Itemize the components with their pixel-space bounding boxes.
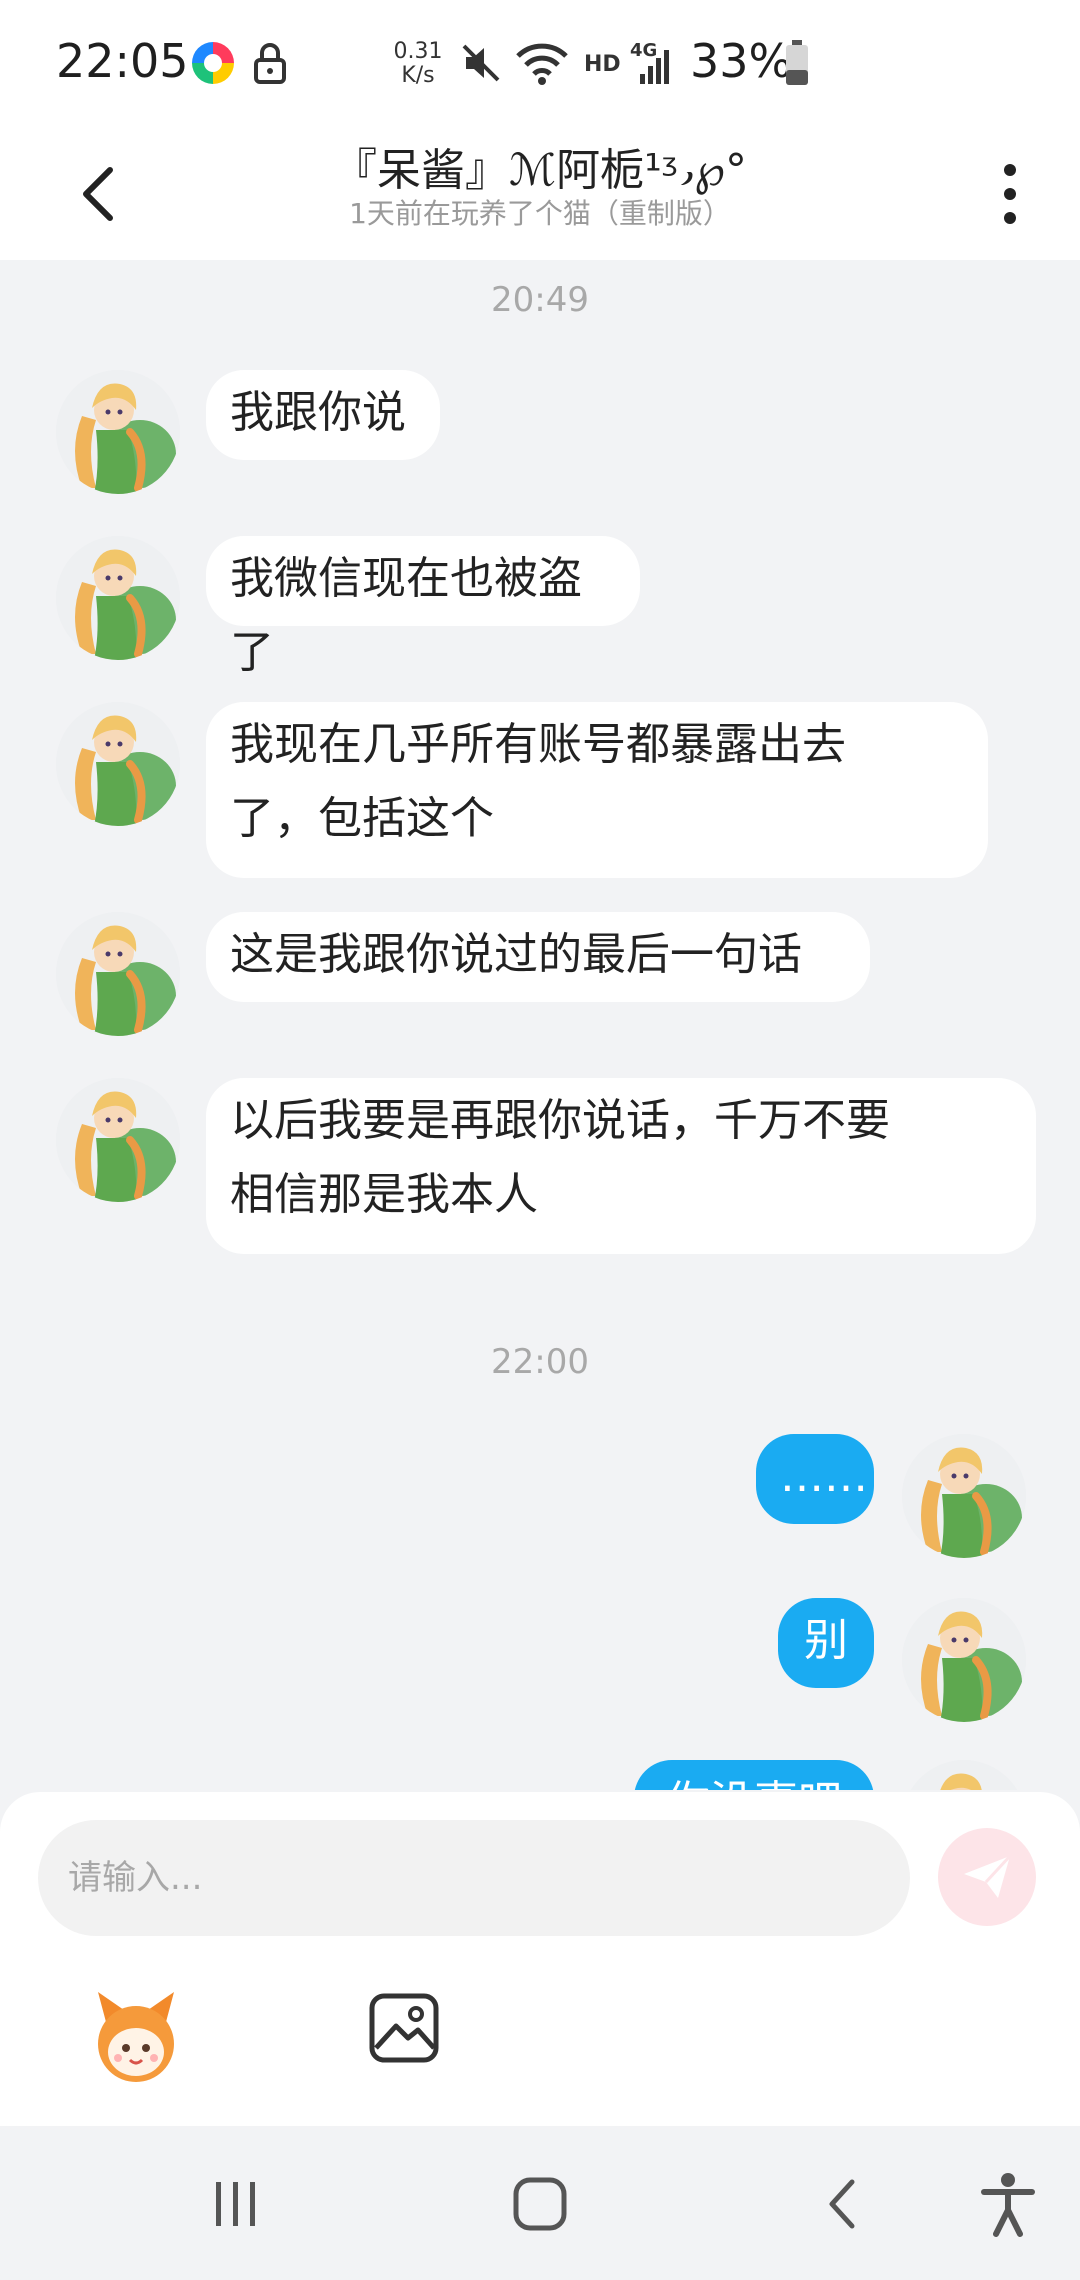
avatar-image bbox=[902, 1598, 1026, 1722]
back-button[interactable] bbox=[70, 154, 130, 234]
my-avatar[interactable] bbox=[902, 1434, 1026, 1558]
battery-percent: 33% bbox=[690, 34, 793, 88]
message-input[interactable] bbox=[38, 1820, 910, 1936]
timestamp-divider: 20:49 bbox=[491, 280, 589, 320]
contact-avatar[interactable] bbox=[56, 536, 180, 660]
message-text-line: 我微信现在也被盗了 bbox=[230, 553, 582, 678]
contact-avatar[interactable] bbox=[56, 912, 180, 1036]
message-list[interactable]: 20:49 我跟你说 我微信现在也被盗了 我现在几乎所有账号都暴露出去 了，包括… bbox=[0, 260, 1080, 1790]
message-text-line: 相信那是我本人 bbox=[230, 1169, 538, 1220]
accessibility-icon[interactable] bbox=[976, 2170, 1040, 2238]
hd-indicator: HD bbox=[584, 52, 621, 77]
contact-avatar[interactable] bbox=[56, 702, 180, 826]
timestamp-divider: 22:00 bbox=[491, 1342, 589, 1382]
message-text-line: 我现在几乎所有账号都暴露出去 bbox=[230, 719, 846, 770]
chat-header: 『呆酱』ℳ阿栀¹ᶾ᎖℘° 1天前在玩养了个猫（重制版） bbox=[0, 128, 1080, 260]
received-message-bubble[interactable]: 以后我要是再跟你说话，千万不要 相信那是我本人 bbox=[206, 1078, 1036, 1254]
composer-panel bbox=[0, 1792, 1080, 2126]
status-bar: 22:05 0.31 K/s HD 4G 33% bbox=[0, 0, 1080, 128]
home-icon[interactable] bbox=[508, 2174, 572, 2234]
avatar-image bbox=[902, 1434, 1026, 1558]
received-message-bubble[interactable]: 我跟你说 bbox=[206, 370, 440, 460]
message-text-line: 别 bbox=[804, 1615, 848, 1666]
battery-icon bbox=[786, 40, 808, 85]
contact-avatar[interactable] bbox=[56, 370, 180, 494]
more-options-icon[interactable] bbox=[986, 152, 1034, 236]
message-text-line: 了，包括这个 bbox=[230, 793, 494, 844]
message-text-line: …… bbox=[780, 1451, 868, 1502]
contact-avatar[interactable] bbox=[56, 1078, 180, 1202]
mute-icon bbox=[462, 44, 500, 82]
message-text-line: 我跟你说 bbox=[230, 387, 406, 438]
received-message-bubble[interactable]: 我微信现在也被盗了 bbox=[206, 536, 640, 678]
sent-message-bubble[interactable]: 别 bbox=[778, 1598, 874, 1688]
received-message-bubble[interactable]: 这是我跟你说过的最后一句话 bbox=[206, 912, 870, 1002]
wifi-icon bbox=[516, 43, 568, 85]
lock-icon bbox=[254, 43, 286, 84]
my-avatar[interactable] bbox=[902, 1598, 1026, 1722]
contact-name: 『呆酱』ℳ阿栀¹ᶾ᎖℘° bbox=[333, 145, 747, 196]
status-time: 22:05 bbox=[56, 34, 189, 88]
signal-icon bbox=[640, 50, 669, 84]
paper-plane-icon bbox=[964, 1854, 1012, 1898]
avatar-image bbox=[56, 912, 180, 1036]
received-message-bubble[interactable]: 我现在几乎所有账号都暴露出去 了，包括这个 bbox=[206, 702, 988, 878]
image-picker-icon[interactable] bbox=[368, 1992, 440, 2064]
avatar-image bbox=[56, 370, 180, 494]
my-avatar[interactable] bbox=[902, 1760, 1026, 1790]
message-text-line: 你没事吧 bbox=[658, 1766, 850, 1790]
app-notification-icon bbox=[192, 42, 234, 84]
send-button[interactable] bbox=[938, 1828, 1036, 1926]
avatar-image bbox=[56, 1078, 180, 1202]
contact-status: 1天前在玩养了个猫（重制版） bbox=[349, 197, 731, 230]
recent-apps-icon[interactable] bbox=[206, 2174, 266, 2234]
avatar-image bbox=[56, 702, 180, 826]
avatar-image bbox=[56, 536, 180, 660]
system-nav-bar bbox=[0, 2126, 1080, 2280]
sent-message-bubble[interactable]: …… bbox=[756, 1434, 874, 1524]
mascot-sticker-icon bbox=[98, 1992, 174, 2082]
message-text-line: 这是我跟你说过的最后一句话 bbox=[230, 929, 802, 980]
network-speed: 0.31 K/s bbox=[393, 39, 443, 88]
sticker-button[interactable] bbox=[86, 1986, 186, 2086]
nav-back-icon[interactable] bbox=[818, 2174, 868, 2234]
avatar-image bbox=[902, 1760, 1026, 1790]
sent-message-bubble[interactable]: 你没事吧 bbox=[634, 1760, 874, 1790]
message-text-line: 以后我要是再跟你说话，千万不要 bbox=[230, 1095, 890, 1146]
